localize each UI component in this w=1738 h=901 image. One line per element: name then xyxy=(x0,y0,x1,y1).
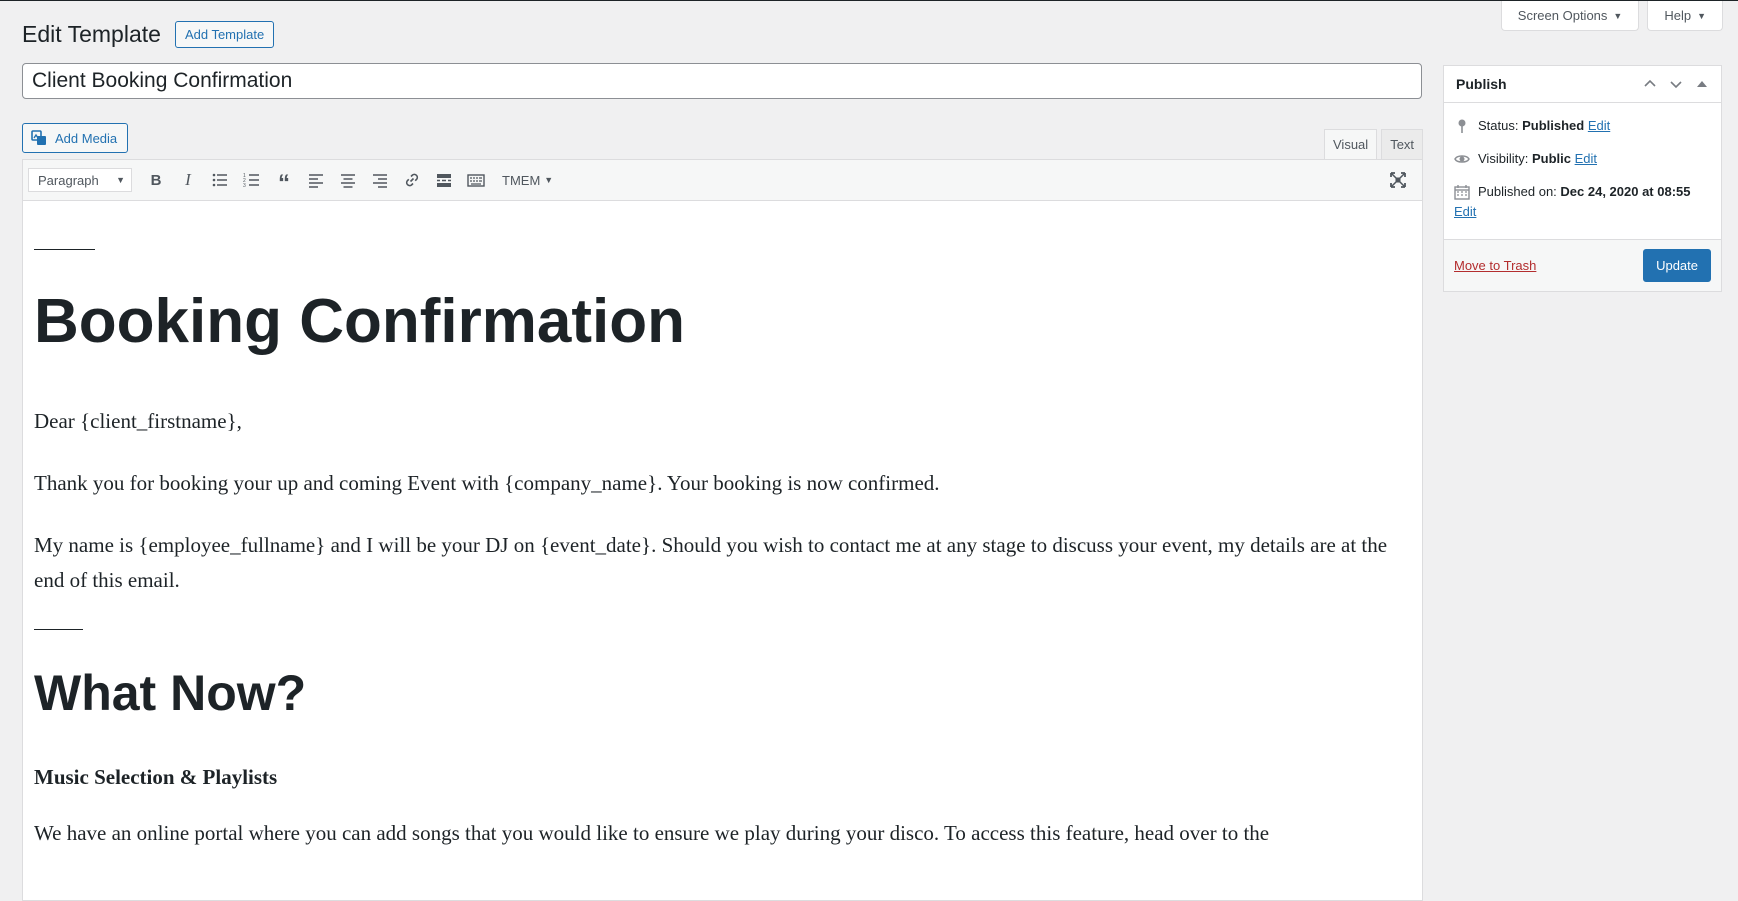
align-center-icon xyxy=(341,174,355,188)
page-title: Edit Template xyxy=(22,21,161,47)
content-heading-1: Booking Confirmation xyxy=(34,287,685,356)
read-more-icon xyxy=(437,174,451,187)
visibility-label: Visibility: xyxy=(1478,151,1529,166)
fullscreen-button[interactable] xyxy=(1384,166,1412,194)
eye-icon xyxy=(1454,155,1470,163)
update-button[interactable]: Update xyxy=(1643,249,1711,282)
format-select-value: Paragraph xyxy=(38,172,99,188)
bullet-list-icon xyxy=(212,173,227,187)
link-icon xyxy=(405,173,419,187)
numbered-list-icon: 123 xyxy=(243,173,259,189)
add-template-button[interactable]: Add Template xyxy=(174,21,275,48)
horizontal-rule xyxy=(34,249,95,250)
horizontal-rule xyxy=(34,628,83,630)
collapse-icon[interactable] xyxy=(1695,77,1709,91)
toolbar-toggle-button[interactable] xyxy=(462,166,490,194)
page-heading: Edit Template Add Template xyxy=(22,21,275,48)
blockquote-button[interactable]: “ xyxy=(270,166,298,197)
screen-meta-links: Screen Options ▼ Help ▼ xyxy=(1500,1,1738,31)
publish-box: Publish Status: Published Edit Visibilit… xyxy=(1443,65,1722,292)
editor: Paragraph ▼ B I 123 “ TMEM ▼ Booking Con… xyxy=(22,159,1423,901)
blockquote-icon: “ xyxy=(278,170,290,197)
help-button[interactable]: Help ▼ xyxy=(1647,1,1723,31)
align-left-button[interactable] xyxy=(302,166,330,194)
tab-text[interactable]: Text xyxy=(1381,129,1424,159)
numbered-list-button[interactable]: 123 xyxy=(238,166,266,194)
publish-box-title: Publish xyxy=(1456,76,1507,92)
move-down-icon[interactable] xyxy=(1669,77,1683,91)
help-label: Help xyxy=(1664,8,1692,23)
visibility-row: Visibility: Public Edit xyxy=(1454,150,1711,168)
align-center-button[interactable] xyxy=(334,166,362,194)
keyboard-icon xyxy=(467,174,485,187)
edit-status-link[interactable]: Edit xyxy=(1588,118,1610,133)
bullet-list-button[interactable] xyxy=(206,166,234,194)
published-on-value: Dec 24, 2020 at 08:55 xyxy=(1560,184,1691,199)
svg-text:3: 3 xyxy=(243,183,246,189)
italic-button[interactable]: I xyxy=(174,166,202,194)
content-paragraph: My name is {employee_fullname} and I wil… xyxy=(34,532,1388,593)
calendar-icon xyxy=(1454,185,1470,200)
publish-box-header: Publish xyxy=(1444,66,1721,103)
admin-bar-edge xyxy=(0,0,1738,1)
editor-toolbar: Paragraph ▼ B I 123 “ TMEM ▼ xyxy=(23,160,1422,201)
move-up-icon[interactable] xyxy=(1643,77,1657,91)
caret-down-icon: ▼ xyxy=(1697,10,1706,21)
status-label: Status: xyxy=(1478,118,1519,133)
add-media-button[interactable]: Add Media xyxy=(22,123,129,153)
caret-down-icon: ▼ xyxy=(544,175,554,185)
tmem-label: TMEM xyxy=(502,172,541,188)
editor-content[interactable]: Booking Confirmation Dear {client_firstn… xyxy=(23,201,1422,852)
screen-options-button[interactable]: Screen Options ▼ xyxy=(1500,1,1640,31)
status-value: Published xyxy=(1522,118,1585,133)
visibility-value: Public xyxy=(1531,151,1571,166)
edit-date-link[interactable]: Edit xyxy=(1454,204,1476,219)
caret-down-icon: ▼ xyxy=(1613,10,1623,21)
edit-visibility-link[interactable]: Edit xyxy=(1575,151,1597,166)
post-title-input[interactable]: Client Booking Confirmation xyxy=(22,63,1422,99)
publish-box-body: Status: Published Edit Visibility: Publi… xyxy=(1444,103,1721,219)
published-on-label: Published on: xyxy=(1478,184,1557,199)
tab-visual[interactable]: Visual xyxy=(1324,129,1378,159)
align-right-button[interactable] xyxy=(366,166,394,194)
content-heading-3: Music Selection & Playlists xyxy=(34,764,278,789)
bold-icon: B xyxy=(150,171,162,189)
insert-link-button[interactable] xyxy=(398,166,426,194)
format-select[interactable]: Paragraph ▼ xyxy=(28,168,132,192)
published-on-row: Published on: Dec 24, 2020 at 08:55 xyxy=(1454,183,1711,201)
add-media-icon xyxy=(31,130,46,145)
pin-icon xyxy=(1458,119,1466,133)
editor-mode-tabs: Visual Text xyxy=(1324,129,1424,159)
screen-options-label: Screen Options xyxy=(1517,8,1608,23)
caret-down-icon: ▼ xyxy=(116,175,125,185)
align-right-icon xyxy=(373,174,387,188)
read-more-button[interactable] xyxy=(430,166,458,194)
publish-box-controls xyxy=(1643,77,1709,91)
edit-date-row: Edit xyxy=(1454,204,1711,219)
italic-icon: I xyxy=(185,170,191,189)
add-media-label: Add Media xyxy=(55,130,118,146)
content-paragraph: Dear {client_firstname}, xyxy=(34,409,242,434)
move-to-trash-link[interactable]: Move to Trash xyxy=(1454,258,1536,273)
align-left-icon xyxy=(309,174,323,188)
content-paragraph: We have an online portal where you can a… xyxy=(34,820,1270,845)
fullscreen-icon xyxy=(1390,172,1406,188)
tmem-dropdown[interactable]: TMEM ▼ xyxy=(494,173,561,188)
content-heading-2: What Now? xyxy=(34,664,307,721)
publish-box-actions: Move to Trash Update xyxy=(1444,239,1721,291)
bold-button[interactable]: B xyxy=(142,166,170,194)
content-paragraph: Thank you for booking your up and coming… xyxy=(34,470,940,495)
status-row: Status: Published Edit xyxy=(1454,117,1711,135)
